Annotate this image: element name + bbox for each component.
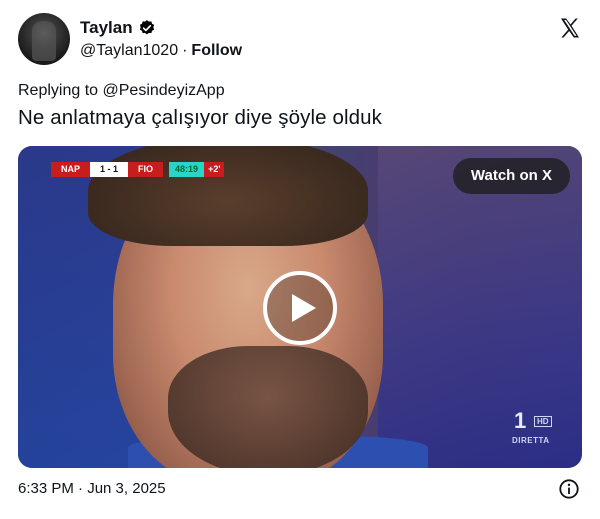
display-name[interactable]: Taylan bbox=[80, 18, 133, 38]
verified-badge-icon bbox=[139, 20, 154, 35]
follow-button[interactable]: Follow bbox=[191, 42, 242, 60]
player-hair bbox=[88, 146, 368, 246]
replying-prefix: Replying to bbox=[18, 82, 99, 99]
scoreboard: NAP 1 - 1 FIO 48:19 +2' bbox=[51, 162, 225, 177]
player-beard bbox=[168, 346, 368, 468]
broadcaster-logo-number: 1 bbox=[514, 408, 527, 433]
watch-on-x-button[interactable]: Watch on X bbox=[452, 158, 570, 194]
handle[interactable]: @Taylan1020 bbox=[80, 42, 178, 60]
scoreboard-score: 1 - 1 bbox=[90, 162, 129, 177]
scoreboard-home: NAP bbox=[51, 162, 91, 177]
scoreboard-added-time: +2' bbox=[204, 162, 225, 177]
play-button[interactable] bbox=[263, 271, 337, 345]
video-player[interactable]: NAP 1 - 1 FIO 48:19 +2' Watch on X 1 HD … bbox=[18, 146, 582, 468]
play-icon bbox=[292, 294, 316, 322]
separator: · bbox=[182, 42, 188, 59]
handle-row: @Taylan1020 · Follow bbox=[80, 42, 242, 60]
tweet-timestamp[interactable]: 6:33 PM · Jun 3, 2025 bbox=[18, 480, 166, 497]
replying-to: Replying to @PesindeyizApp bbox=[18, 82, 225, 100]
broadcaster-logo: 1 HD DIRETTA bbox=[512, 408, 560, 448]
tweet-header: Taylan @Taylan1020 · Follow bbox=[18, 12, 584, 66]
x-logo-icon[interactable] bbox=[558, 16, 582, 40]
scoreboard-clock: 48:19 bbox=[169, 162, 205, 177]
reply-mention-link[interactable]: @PesindeyizApp bbox=[103, 82, 225, 99]
name-row: Taylan bbox=[80, 18, 156, 38]
tweet-text: Ne anlatmaya çalışıyor diye şöyle olduk bbox=[18, 106, 382, 129]
broadcaster-status: DIRETTA bbox=[512, 436, 550, 445]
scoreboard-away: FIO bbox=[128, 162, 164, 177]
broadcaster-hd-badge: HD bbox=[534, 416, 552, 427]
info-icon[interactable] bbox=[558, 478, 580, 500]
avatar[interactable] bbox=[18, 13, 70, 65]
